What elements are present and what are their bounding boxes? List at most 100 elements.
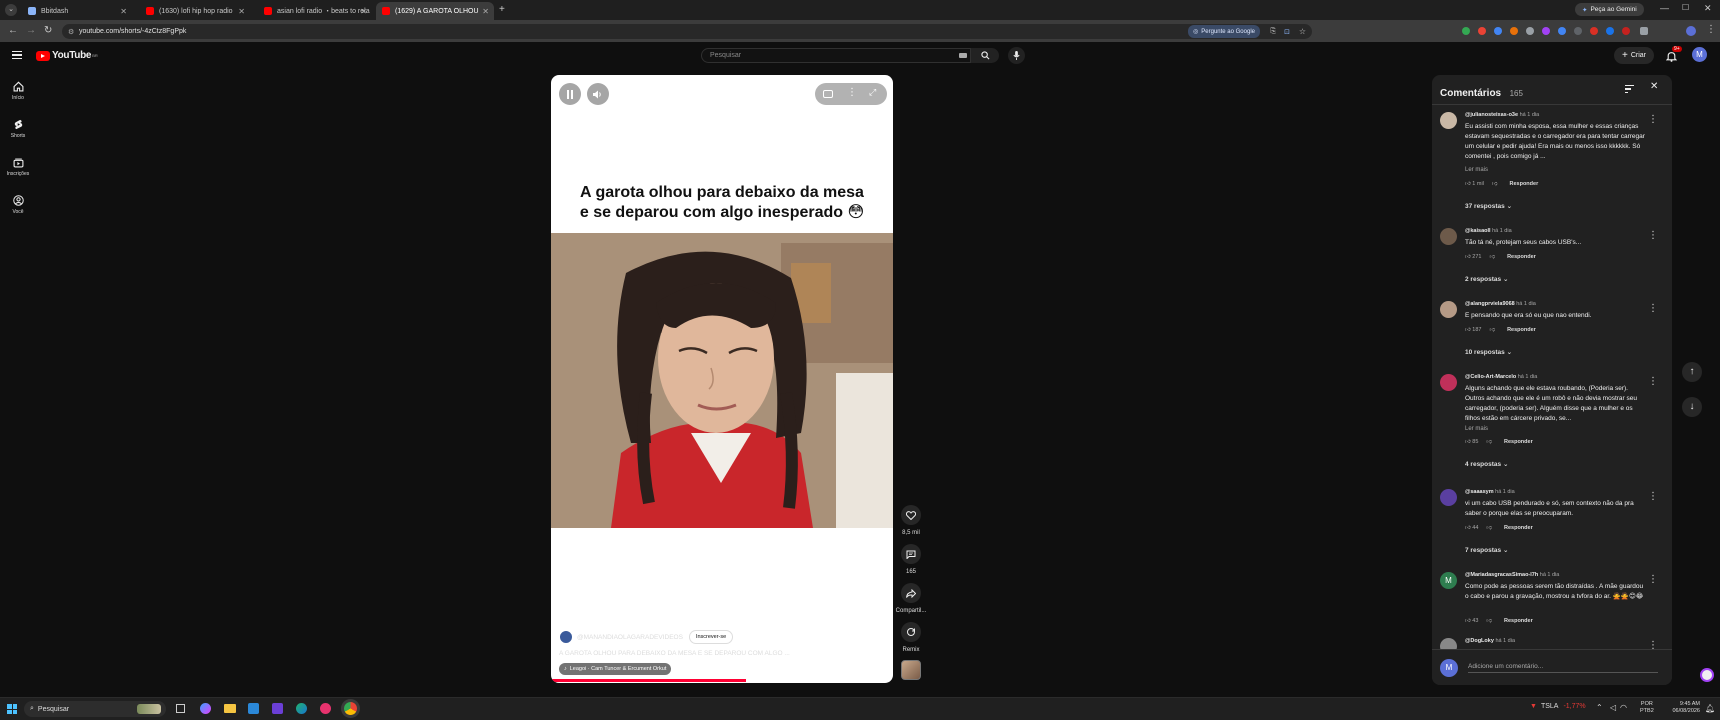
tab-close-icon[interactable]: ✕ (238, 7, 245, 16)
comment-author[interactable]: @kaisaoll há 1 dia (1465, 228, 1512, 234)
like-icon[interactable]: 👍︎ (1465, 254, 1471, 260)
replies-toggle[interactable]: 7 respostas ⌄ (1465, 546, 1508, 554)
sort-icon[interactable] (1625, 85, 1634, 93)
wifi-icon[interactable]: ◠ (1620, 703, 1627, 712)
search-box[interactable]: Pesquisar (701, 48, 971, 63)
read-more-link[interactable]: Ler mais (1465, 426, 1488, 432)
comment-author[interactable]: @julianosteixas-o3e há 1 dia (1465, 112, 1539, 118)
search-input[interactable]: Pesquisar (710, 52, 741, 59)
dislike-icon[interactable]: 👎︎ (1489, 254, 1495, 260)
clock[interactable]: 9:45 AM 06/08/2026 (1664, 701, 1700, 715)
like-button[interactable] (901, 505, 921, 525)
extension-icon[interactable] (1606, 27, 1614, 35)
mute-button[interactable] (587, 83, 609, 105)
sound-thumbnail[interactable] (901, 660, 921, 680)
channel-avatar[interactable] (559, 630, 573, 644)
comment-more-icon[interactable]: ⋮ (1648, 492, 1658, 502)
remix-button[interactable] (901, 622, 921, 642)
extension-icon[interactable] (1526, 27, 1534, 35)
close-window-button[interactable]: ✕ (1704, 3, 1712, 14)
short-caption[interactable]: A GAROTA OLHOU PARA DEBAIXO DA MESA E SE… (559, 650, 879, 657)
like-icon[interactable]: 👍︎ (1465, 439, 1471, 445)
windows-start-icon[interactable] (7, 704, 17, 714)
comment-avatar[interactable] (1440, 374, 1457, 391)
comment-more-icon[interactable]: ⋮ (1648, 377, 1658, 387)
chrome-icon[interactable] (344, 702, 357, 715)
reload-icon[interactable]: ↻ (44, 25, 52, 36)
replies-toggle[interactable]: 4 respostas ⌄ (1465, 460, 1508, 468)
floating-extension-icon[interactable] (1700, 668, 1714, 682)
comment-avatar[interactable] (1440, 112, 1457, 129)
tab-close-icon[interactable]: ✕ (482, 7, 489, 16)
comment-avatar[interactable]: M (1440, 572, 1457, 589)
add-comment-input[interactable]: Adicione um comentário... (1468, 663, 1658, 673)
extension-icon[interactable] (1510, 27, 1518, 35)
search-button[interactable] (971, 48, 999, 63)
bookmark-star-icon[interactable]: ☆ (1299, 27, 1306, 36)
create-button[interactable]: + Criar (1614, 47, 1655, 64)
minimize-button[interactable]: — (1660, 3, 1669, 13)
extension-icon[interactable] (1590, 27, 1598, 35)
reply-button[interactable]: Responder (1507, 254, 1536, 260)
reply-button[interactable]: Responder (1504, 525, 1533, 531)
dislike-icon[interactable]: 👎︎ (1492, 181, 1498, 187)
replies-toggle[interactable]: 10 respostas ⌄ (1465, 348, 1512, 356)
task-view-icon[interactable] (176, 704, 185, 713)
reply-button[interactable]: Responder (1510, 181, 1539, 187)
share-button[interactable] (901, 583, 921, 603)
comment-author[interactable]: @alangprviela9068 há 1 dia (1465, 301, 1536, 307)
progress-track[interactable] (551, 679, 893, 682)
voice-search-button[interactable] (1008, 47, 1025, 64)
dislike-icon[interactable]: 👎︎ (1489, 327, 1495, 333)
tray-chevron-icon[interactable]: ⌃ (1596, 703, 1603, 712)
site-info-icon[interactable]: ⚙ (68, 28, 74, 36)
more-options-icon[interactable]: ⋮ (847, 87, 857, 98)
notifications-button[interactable]: 9+ (1665, 46, 1682, 67)
like-icon[interactable]: 👍︎ (1465, 327, 1471, 333)
music-pill[interactable]: ♪ Leagoi · Cam Tuncer & Ercument Orkut (559, 663, 672, 675)
fullscreen-icon[interactable]: ⤢ (869, 87, 876, 98)
extension-icon[interactable] (1558, 27, 1566, 35)
dislike-icon[interactable]: 👎︎ (1486, 525, 1492, 531)
comment-author[interactable]: @Celio-Art-Marcelo há 1 dia (1465, 374, 1537, 380)
like-icon[interactable]: 👍︎ (1465, 618, 1471, 624)
music-app-icon[interactable] (320, 703, 331, 714)
pause-button[interactable] (559, 83, 581, 105)
translate-icon[interactable]: ⎘ (1270, 28, 1276, 36)
dislike-icon[interactable]: 👎︎ (1486, 618, 1492, 624)
browser-menu-icon[interactable]: ⋮ (1706, 24, 1716, 35)
taskbar-search[interactable]: ⌕ Pesquisar (24, 701, 166, 717)
extensions-puzzle-icon[interactable] (1640, 27, 1648, 35)
forward-icon[interactable]: → (26, 25, 36, 36)
hamburger-menu-icon[interactable] (12, 51, 22, 59)
app-icon[interactable] (272, 703, 283, 714)
tab-search-icon[interactable]: ⌄ (5, 4, 17, 16)
sidebar-item-subscriptions[interactable]: Inscrições (0, 157, 36, 177)
account-avatar[interactable]: M (1692, 47, 1707, 62)
like-icon[interactable]: 👍︎ (1465, 525, 1471, 531)
next-short-button[interactable]: ↓ (1682, 397, 1702, 417)
install-icon[interactable]: ⊡ (1284, 28, 1290, 36)
captions-icon[interactable] (823, 90, 833, 98)
tab-close-icon[interactable]: ✕ (360, 7, 367, 16)
extension-icon[interactable] (1622, 27, 1630, 35)
dislike-icon[interactable]: 👎︎ (1486, 439, 1492, 445)
comment-more-icon[interactable]: ⋮ (1648, 304, 1658, 314)
channel-name[interactable]: @MANANDIAOLAGARADEVIDEOS (577, 634, 683, 641)
extension-icon[interactable] (1462, 27, 1470, 35)
close-comments-icon[interactable]: ✕ (1650, 81, 1658, 92)
reply-button[interactable]: Responder (1504, 618, 1533, 624)
extension-icon[interactable] (1574, 27, 1582, 35)
youtube-logo[interactable]: YouTube BR (36, 50, 98, 61)
replies-toggle[interactable]: 37 respostas ⌄ (1465, 202, 1512, 210)
extension-icon[interactable] (1542, 27, 1550, 35)
extension-icon[interactable] (1494, 27, 1502, 35)
maximize-button[interactable]: ☐ (1682, 3, 1689, 12)
tab-3-active[interactable]: (1629) A GAROTA OLHOU ✕ (376, 2, 494, 20)
language-indicator[interactable]: POR PTB2 (1640, 701, 1654, 715)
comment-more-icon[interactable]: ⋮ (1648, 575, 1658, 585)
comment-more-icon[interactable]: ⋮ (1648, 115, 1658, 125)
like-icon[interactable]: 👍︎ (1465, 181, 1471, 187)
sidebar-item-shorts[interactable]: Shorts (0, 119, 36, 139)
sidebar-item-home[interactable]: Início (0, 81, 36, 101)
